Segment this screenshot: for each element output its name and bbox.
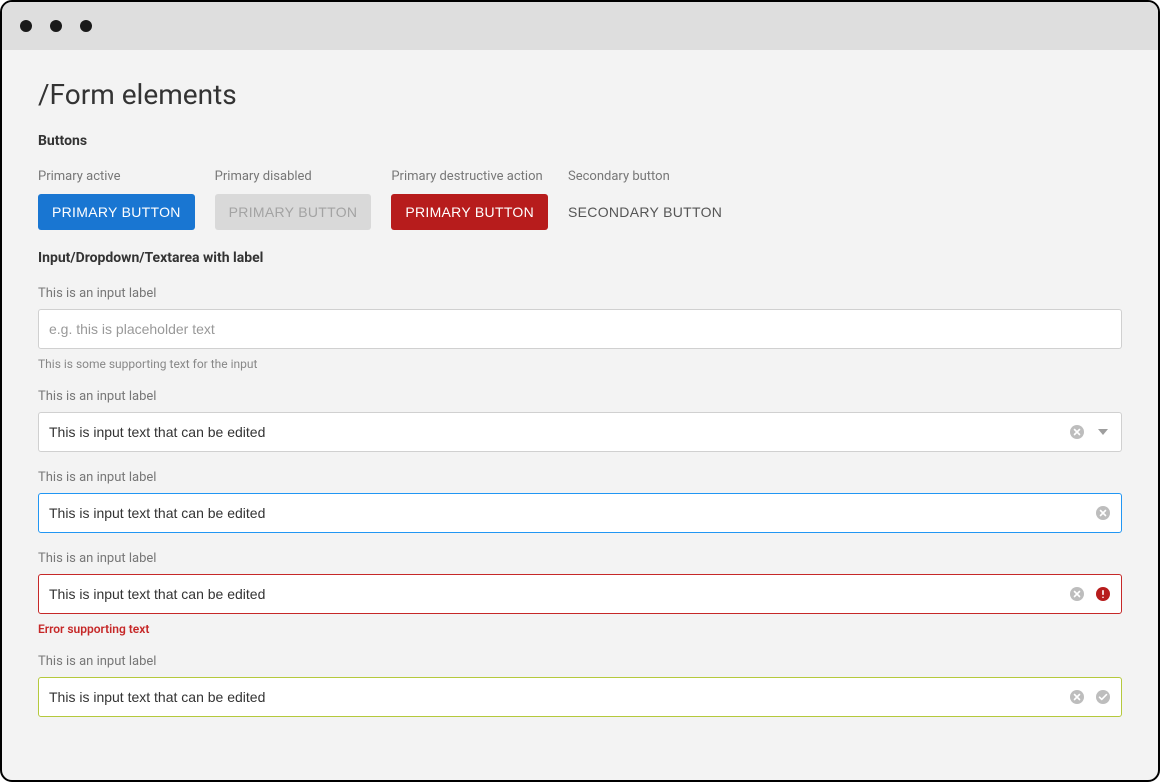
input-field-success: This is an input label (38, 654, 1122, 717)
input-wrap-error (38, 574, 1122, 614)
text-input[interactable] (49, 678, 1059, 716)
window-control-minimize[interactable] (50, 20, 62, 32)
dropdown-wrap (38, 412, 1122, 452)
button-label: Primary active (38, 169, 195, 184)
clear-icon[interactable] (1069, 586, 1085, 602)
button-label: Primary destructive action (391, 169, 548, 184)
input-error-text: Error supporting text (38, 622, 1122, 636)
button-col-secondary: Secondary button SECONDARY BUTTON (568, 169, 722, 230)
dropdown-input[interactable] (49, 413, 1059, 451)
primary-destructive-button[interactable]: PRIMARY BUTTON (391, 194, 548, 230)
input-field-default: This is an input label This is some supp… (38, 286, 1122, 371)
text-input[interactable] (49, 575, 1059, 613)
page-content: /Form elements Buttons Primary active PR… (2, 50, 1158, 763)
input-label: This is an input label (38, 551, 1122, 566)
secondary-button[interactable]: SECONDARY BUTTON (568, 194, 722, 230)
button-col-primary-active: Primary active PRIMARY BUTTON (38, 169, 195, 230)
buttons-row: Primary active PRIMARY BUTTON Primary di… (38, 169, 1122, 230)
primary-disabled-button: PRIMARY BUTTON (215, 194, 372, 230)
button-label: Primary disabled (215, 169, 372, 184)
input-label: This is an input label (38, 654, 1122, 669)
input-label: This is an input label (38, 389, 1122, 404)
success-check-icon (1095, 689, 1111, 705)
input-field-error: This is an input label Error supporting … (38, 551, 1122, 636)
button-label: Secondary button (568, 169, 722, 184)
window-control-maximize[interactable] (80, 20, 92, 32)
text-input[interactable] (49, 310, 1111, 348)
window-control-close[interactable] (20, 20, 32, 32)
input-field-focused: This is an input label (38, 470, 1122, 533)
primary-active-button[interactable]: PRIMARY BUTTON (38, 194, 195, 230)
buttons-heading: Buttons (38, 133, 1122, 149)
input-wrap-default (38, 309, 1122, 349)
button-col-primary-disabled: Primary disabled PRIMARY BUTTON (215, 169, 372, 230)
input-label: This is an input label (38, 470, 1122, 485)
clear-icon[interactable] (1095, 505, 1111, 521)
error-icon (1095, 586, 1111, 602)
input-wrap-success (38, 677, 1122, 717)
input-label: This is an input label (38, 286, 1122, 301)
chevron-down-icon[interactable] (1095, 424, 1111, 440)
input-field-dropdown: This is an input label (38, 389, 1122, 452)
clear-icon[interactable] (1069, 689, 1085, 705)
input-support-text: This is some supporting text for the inp… (38, 357, 1122, 371)
page-title: /Form elements (38, 78, 1122, 111)
inputs-heading: Input/Dropdown/Textarea with label (38, 250, 1122, 266)
text-input[interactable] (49, 494, 1085, 532)
input-wrap-focused (38, 493, 1122, 533)
clear-icon[interactable] (1069, 424, 1085, 440)
window-titlebar (2, 2, 1158, 50)
button-col-primary-destructive: Primary destructive action PRIMARY BUTTO… (391, 169, 548, 230)
window-frame: /Form elements Buttons Primary active PR… (0, 0, 1160, 782)
